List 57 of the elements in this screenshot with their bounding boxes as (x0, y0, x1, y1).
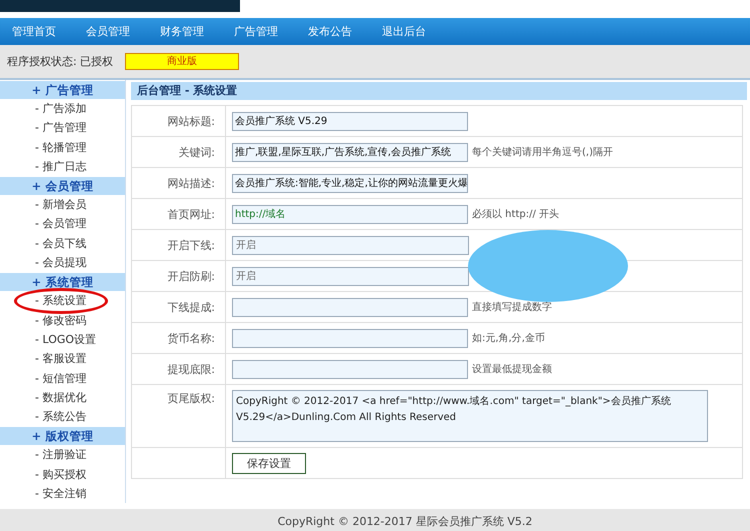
license-status: 程序授权状态: 已授权 (7, 54, 114, 69)
nav-link[interactable]: 广告管理 (234, 24, 278, 39)
sidebar-item[interactable]: - 数据优化 (0, 388, 125, 408)
input-field[interactable]: http://域名 (232, 204, 468, 224)
field-label: 开启防刷: (132, 260, 226, 292)
sidebar-item[interactable]: - 轮播管理 (0, 138, 125, 157)
field-hint: 设置最低提现金额 (472, 364, 552, 375)
input-field[interactable] (232, 328, 468, 348)
textarea-field[interactable]: CopyRight © 2012-2017 <a href="http://www.域名.com" target="_blank">会员推广系统 V5.29</a>Dunling.Com All Rights Reserved (232, 390, 708, 442)
sidebar-item[interactable]: - 安全注销 (0, 484, 125, 504)
input-field[interactable] (232, 298, 468, 316)
sidebar-item[interactable]: - 短信管理 (0, 368, 125, 388)
sidebar-item[interactable]: - 新增会员 (0, 195, 125, 214)
sidebar-item[interactable]: - 会员管理 (0, 214, 125, 234)
panel-title: 后台管理 - 系统设置 (131, 82, 747, 100)
sidebar-item[interactable]: - LOGO设置 (0, 330, 125, 350)
sidebar-item[interactable]: - 购买授权 (0, 464, 125, 484)
nav-link[interactable]: 会员管理 (86, 24, 130, 39)
nav-link[interactable]: 发布公告 (308, 24, 352, 39)
nav-link[interactable]: 退出后台 (382, 24, 426, 39)
sidebar-item[interactable]: - 修改密码 (0, 310, 125, 330)
field-hint: 必须以 http:// 开头 (472, 209, 559, 220)
sidebar-group-title[interactable]: + 会员管理 (0, 177, 125, 196)
input-field[interactable] (232, 360, 468, 378)
sidebar-item[interactable]: - 会员提现 (0, 253, 125, 272)
sidebar-item[interactable]: - 会员下线 (0, 234, 125, 254)
field-hint: 如:元,角,分,金币 (472, 333, 545, 344)
field-label: 下线提成: (132, 292, 226, 322)
sidebar-group-title[interactable]: + 版权管理 (0, 427, 125, 446)
field-label: 货币名称: (132, 322, 226, 354)
edition-badge: 商业版 (125, 53, 240, 70)
sidebar-item[interactable]: - 推广日志 (0, 156, 125, 176)
nav-link[interactable]: 财务管理 (160, 24, 204, 39)
input-field[interactable]: 推广,联盟,星际互联,广告系统,宣传,会员推广系统 (232, 142, 468, 162)
field-label: 开启下线: (132, 230, 226, 260)
save-button[interactable]: 保存设置 (232, 452, 306, 474)
nav-link[interactable]: 管理首页 (12, 24, 56, 39)
field-label: 首页网址: (132, 198, 226, 230)
input-field[interactable]: 会员推广系统 V5.29 (232, 112, 468, 130)
sidebar-item[interactable]: - 系统公告 (0, 407, 125, 426)
field-label: 网站描述: (132, 168, 226, 198)
sidebar-group-title[interactable]: + 广告管理 (0, 81, 125, 99)
field-label: 提现底限: (132, 354, 226, 384)
sidebar-group-title[interactable]: + 系统管理 (0, 273, 125, 292)
select-field[interactable]: 开启 (232, 266, 469, 286)
field-hint: 每个关键词请用半角逗号(,)隔开 (472, 147, 613, 158)
sidebar-item[interactable]: - 客服设置 (0, 349, 125, 369)
field-label: 关键词: (132, 136, 226, 168)
field-label: 页尾版权: (132, 384, 226, 448)
field-hint: 直接填写提成数字 (472, 302, 552, 313)
sidebar-item[interactable]: - 系统设置 (0, 291, 125, 311)
footer-copyright: CopyRight © 2012-2017 星际会员推广系统 V5.2 (278, 514, 532, 529)
sidebar-item[interactable]: - 注册验证 (0, 445, 125, 465)
field-label: 网站标题: (132, 106, 226, 136)
sidebar-item[interactable]: - 广告添加 (0, 99, 125, 118)
sidebar-item[interactable]: - 广告管理 (0, 118, 125, 138)
select-field[interactable]: 开启 (232, 236, 469, 254)
